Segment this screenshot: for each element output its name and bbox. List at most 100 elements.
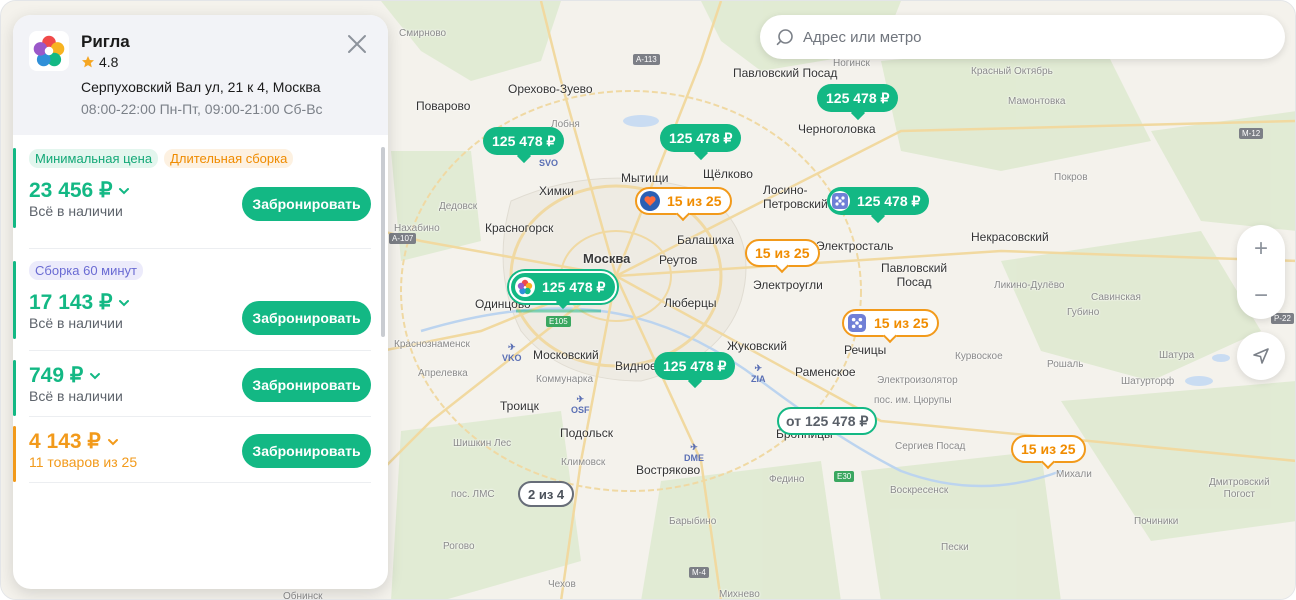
place-label: Красный Октябрь: [971, 66, 1053, 77]
marker-label: 15 из 25: [874, 315, 929, 331]
place-label: Дмитровский Погост: [1209, 477, 1270, 500]
place-label: Шатурторф: [1121, 376, 1175, 387]
place-label: Жуковский: [727, 339, 787, 353]
airport-icon: ✈ DME: [684, 442, 704, 463]
close-icon: [348, 35, 366, 53]
offer-price-value: 23 456 ₽: [29, 179, 113, 202]
offer-tags: Минимальная цена Длительная сборка: [29, 145, 371, 168]
road-shield: A-107: [389, 233, 417, 244]
offer-tags: Сборка 60 минут: [29, 249, 371, 280]
place-label: Электроизолятор: [877, 375, 958, 386]
airport-icon: ✈ ZIA: [751, 363, 766, 384]
map-marker[interactable]: 125 478 ₽: [483, 127, 565, 164]
panel-scrollbar[interactable]: [381, 147, 385, 337]
place-label: Починики: [1134, 516, 1179, 527]
offer-item: 749 ₽ Всё в наличии Забронировать: [13, 351, 371, 417]
book-button[interactable]: Забронировать: [242, 187, 371, 221]
chevron-down-icon: [107, 438, 118, 445]
map-marker[interactable]: 15 из 25: [635, 187, 732, 222]
store-rating: 4.8: [81, 54, 118, 70]
offer-item: Минимальная цена Длительная сборка 23 45…: [13, 145, 371, 249]
star-icon: [82, 56, 94, 68]
place-label: Краснознаменск: [394, 339, 470, 350]
store-address: Серпуховский Вал ул, 21 к 4, Москва: [81, 79, 321, 95]
place-label: Балашиха: [677, 233, 735, 247]
offer-price-value: 749 ₽: [29, 364, 84, 387]
place-label: Апрелевка: [418, 368, 468, 379]
place-label: пос. ЛМС: [451, 489, 495, 500]
map-marker[interactable]: 15 из 25: [1011, 435, 1086, 470]
marker-label: 125 478 ₽: [663, 357, 727, 374]
place-label: Ликино-Дулёво: [994, 280, 1065, 291]
zoom-control: + −: [1237, 225, 1285, 319]
place-label: Орехово-Зуево: [508, 82, 593, 96]
book-button[interactable]: Забронировать: [242, 301, 371, 335]
marker-label: 125 478 ₽: [669, 129, 733, 146]
map-marker[interactable]: 125 478 ₽: [660, 124, 742, 161]
map-marker[interactable]: от 125 478 ₽: [777, 407, 878, 435]
locate-me-button[interactable]: [1237, 332, 1285, 380]
map-marker[interactable]: 15 из 25: [842, 309, 939, 344]
rating-value: 4.8: [99, 54, 119, 70]
place-label: Курвоское: [955, 351, 1003, 362]
place-label: Щёлково: [703, 167, 753, 181]
offer-item: 4 143 ₽ 11 товаров из 25 Забронировать: [13, 417, 371, 483]
airport-icon: ✈ OSF: [571, 394, 590, 415]
tag-assembly-60: Сборка 60 минут: [29, 261, 144, 280]
tag-long-assembly: Длительная сборка: [164, 149, 294, 168]
search-input[interactable]: [803, 28, 1263, 46]
place-label: Черноголовка: [798, 122, 876, 136]
place-label: Подольск: [560, 426, 613, 440]
map-marker[interactable]: 15 из 25: [745, 239, 820, 274]
grid-pharmacy-icon: [830, 191, 850, 211]
address-search-bar[interactable]: [760, 15, 1285, 59]
place-label: Мамонтовка: [1008, 96, 1066, 107]
place-label: Дедовск: [439, 201, 478, 212]
zoom-out-button[interactable]: −: [1237, 272, 1285, 319]
place-label: Московский: [533, 348, 599, 362]
offers-list: Минимальная цена Длительная сборка 23 45…: [13, 145, 388, 483]
offer-price-value: 4 143 ₽: [29, 430, 101, 453]
map-view[interactable]: Смирново Поварово Орехово-Зуево Лобня Хи…: [0, 0, 1296, 600]
map-cluster-marker[interactable]: 2 из 4: [518, 481, 575, 507]
marker-label: 125 478 ₽: [857, 192, 921, 209]
book-button[interactable]: Забронировать: [242, 368, 371, 402]
place-label: Востряково: [636, 463, 701, 477]
road-shield: E30: [834, 471, 855, 482]
marker-label: 2 из 4: [528, 486, 565, 502]
map-marker[interactable]: 125 478 ₽: [654, 352, 736, 389]
place-label: Покров: [1054, 172, 1088, 183]
navigation-arrow-icon: [1253, 348, 1269, 364]
heart-pharmacy-icon: [640, 191, 660, 211]
place-label: Федино: [769, 474, 805, 485]
place-label: Губино: [1067, 307, 1100, 318]
close-button[interactable]: [346, 33, 368, 55]
chevron-down-icon: [119, 299, 130, 306]
place-label: Рошаль: [1047, 359, 1084, 370]
marker-label: 125 478 ₽: [492, 132, 556, 149]
map-marker-selected[interactable]: 125 478 ₽: [509, 271, 618, 310]
road-shield: E105: [546, 316, 571, 327]
grid-pharmacy-icon: [847, 313, 867, 333]
place-label: Обнинск: [283, 591, 323, 600]
place-label: Барыбино: [669, 516, 717, 527]
place-label: Пески: [941, 542, 969, 553]
map-marker[interactable]: 125 478 ₽: [817, 84, 899, 121]
road-shield: M-4: [689, 567, 709, 578]
place-label: Люберцы: [664, 296, 717, 310]
place-label: Поварово: [416, 99, 471, 113]
place-label: Некрасовский: [971, 230, 1049, 244]
chevron-down-icon: [90, 372, 101, 379]
place-label: Коммунарка: [536, 374, 594, 385]
road-shield: A-113: [633, 54, 660, 65]
place-label: пос. им. Цюрупы: [874, 395, 952, 406]
tag-min-price: Минимальная цена: [29, 149, 159, 168]
book-button[interactable]: Забронировать: [242, 434, 371, 468]
search-icon: [776, 29, 793, 46]
map-marker[interactable]: 125 478 ₽: [827, 187, 930, 224]
place-label: Реутов: [659, 253, 698, 267]
place-label: Электроугли: [753, 278, 823, 292]
zoom-in-button[interactable]: +: [1237, 225, 1285, 272]
chevron-down-icon: [119, 187, 130, 194]
offer-item: Сборка 60 минут 17 143 ₽ Всё в наличии З…: [13, 249, 371, 351]
